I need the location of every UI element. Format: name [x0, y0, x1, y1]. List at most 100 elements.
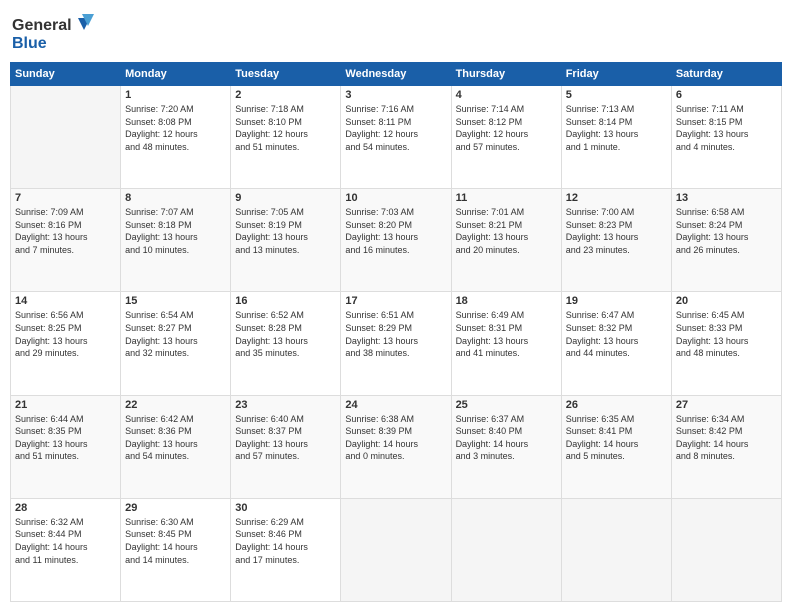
- calendar-cell: 24 Sunrise: 6:38 AM Sunset: 8:39 PM Dayli…: [341, 395, 451, 498]
- calendar-cell: 25Sunrise: 6:37 AM Sunset: 8:40 PM Dayli…: [451, 395, 561, 498]
- calendar-cell: [11, 86, 121, 189]
- calendar-cell: [451, 498, 561, 601]
- day-number: 1: [125, 89, 226, 101]
- day-number: 28: [15, 502, 116, 514]
- calendar-header-friday: Friday: [561, 63, 671, 86]
- day-info: Sunrise: 6:29 AM Sunset: 8:46 PM Dayligh…: [235, 516, 336, 566]
- day-number: 16: [235, 295, 336, 307]
- calendar-week-row: 7 Sunrise: 7:09 AM Sunset: 8:16 PM Daylig…: [11, 189, 782, 292]
- calendar-cell: 12Sunrise: 7:00 AM Sunset: 8:23 PM Dayli…: [561, 189, 671, 292]
- day-info: Sunrise: 7:07 AM Sunset: 8:18 PM Dayligh…: [125, 206, 226, 256]
- calendar-cell: 27Sunrise: 6:34 AM Sunset: 8:42 PM Dayli…: [671, 395, 781, 498]
- calendar-cell: 4 Sunrise: 7:14 AM Sunset: 8:12 PM Daylig…: [451, 86, 561, 189]
- calendar-cell: 17 Sunrise: 6:51 AM Sunset: 8:29 PM Dayli…: [341, 292, 451, 395]
- day-number: 23: [235, 399, 336, 411]
- day-info: Sunrise: 7:18 AM Sunset: 8:10 PM Dayligh…: [235, 103, 336, 153]
- day-info: Sunrise: 6:38 AM Sunset: 8:39 PM Dayligh…: [345, 413, 446, 463]
- calendar-header-saturday: Saturday: [671, 63, 781, 86]
- calendar-header-thursday: Thursday: [451, 63, 561, 86]
- svg-text:Blue: Blue: [12, 35, 47, 52]
- day-number: 20: [676, 295, 777, 307]
- day-number: 15: [125, 295, 226, 307]
- day-info: Sunrise: 6:56 AM Sunset: 8:25 PM Dayligh…: [15, 309, 116, 359]
- day-number: 3: [345, 89, 446, 101]
- day-info: Sunrise: 7:20 AM Sunset: 8:08 PM Dayligh…: [125, 103, 226, 153]
- day-number: 30: [235, 502, 336, 514]
- day-number: 5: [566, 89, 667, 101]
- calendar-cell: 18Sunrise: 6:49 AM Sunset: 8:31 PM Dayli…: [451, 292, 561, 395]
- day-number: 26: [566, 399, 667, 411]
- calendar-cell: 16 Sunrise: 6:52 AM Sunset: 8:28 PM Dayli…: [231, 292, 341, 395]
- calendar-cell: 10 Sunrise: 7:03 AM Sunset: 8:20 PM Dayli…: [341, 189, 451, 292]
- day-number: 19: [566, 295, 667, 307]
- calendar-header-sunday: Sunday: [11, 63, 121, 86]
- day-number: 6: [676, 89, 777, 101]
- day-number: 9: [235, 192, 336, 204]
- calendar-cell: 20 Sunrise: 6:45 AM Sunset: 8:33 PM Dayli…: [671, 292, 781, 395]
- calendar-cell: 30 Sunrise: 6:29 AM Sunset: 8:46 PM Dayli…: [231, 498, 341, 601]
- page: General Blue SundayMondayTuesdayWednesda…: [0, 0, 792, 612]
- day-info: Sunrise: 6:44 AM Sunset: 8:35 PM Dayligh…: [15, 413, 116, 463]
- calendar-cell: 19 Sunrise: 6:47 AM Sunset: 8:32 PM Dayli…: [561, 292, 671, 395]
- header: General Blue: [10, 10, 782, 54]
- day-info: Sunrise: 6:45 AM Sunset: 8:33 PM Dayligh…: [676, 309, 777, 359]
- day-number: 14: [15, 295, 116, 307]
- day-info: Sunrise: 6:47 AM Sunset: 8:32 PM Dayligh…: [566, 309, 667, 359]
- day-info: Sunrise: 7:05 AM Sunset: 8:19 PM Dayligh…: [235, 206, 336, 256]
- calendar-cell: 7 Sunrise: 7:09 AM Sunset: 8:16 PM Daylig…: [11, 189, 121, 292]
- calendar-cell: 15 Sunrise: 6:54 AM Sunset: 8:27 PM Dayli…: [121, 292, 231, 395]
- calendar-cell: 26 Sunrise: 6:35 AM Sunset: 8:41 PM Dayli…: [561, 395, 671, 498]
- day-info: Sunrise: 6:30 AM Sunset: 8:45 PM Dayligh…: [125, 516, 226, 566]
- day-info: Sunrise: 6:37 AM Sunset: 8:40 PM Dayligh…: [456, 413, 557, 463]
- calendar-week-row: 21Sunrise: 6:44 AM Sunset: 8:35 PM Dayli…: [11, 395, 782, 498]
- logo: General Blue: [10, 10, 100, 54]
- calendar-cell: 22 Sunrise: 6:42 AM Sunset: 8:36 PM Dayli…: [121, 395, 231, 498]
- day-info: Sunrise: 6:51 AM Sunset: 8:29 PM Dayligh…: [345, 309, 446, 359]
- calendar-header-wednesday: Wednesday: [341, 63, 451, 86]
- logo-icon: General Blue: [10, 10, 100, 54]
- day-number: 10: [345, 192, 446, 204]
- calendar-cell: 29Sunrise: 6:30 AM Sunset: 8:45 PM Dayli…: [121, 498, 231, 601]
- day-info: Sunrise: 6:58 AM Sunset: 8:24 PM Dayligh…: [676, 206, 777, 256]
- day-info: Sunrise: 7:11 AM Sunset: 8:15 PM Dayligh…: [676, 103, 777, 153]
- calendar-cell: 6 Sunrise: 7:11 AM Sunset: 8:15 PM Daylig…: [671, 86, 781, 189]
- day-info: Sunrise: 7:16 AM Sunset: 8:11 PM Dayligh…: [345, 103, 446, 153]
- svg-text:General: General: [12, 17, 72, 34]
- day-info: Sunrise: 6:32 AM Sunset: 8:44 PM Dayligh…: [15, 516, 116, 566]
- calendar-cell: 13 Sunrise: 6:58 AM Sunset: 8:24 PM Dayli…: [671, 189, 781, 292]
- day-number: 2: [235, 89, 336, 101]
- day-info: Sunrise: 7:01 AM Sunset: 8:21 PM Dayligh…: [456, 206, 557, 256]
- calendar-cell: 1 Sunrise: 7:20 AM Sunset: 8:08 PM Daylig…: [121, 86, 231, 189]
- calendar-week-row: 14 Sunrise: 6:56 AM Sunset: 8:25 PM Dayli…: [11, 292, 782, 395]
- calendar-week-row: 1 Sunrise: 7:20 AM Sunset: 8:08 PM Daylig…: [11, 86, 782, 189]
- calendar-cell: 21Sunrise: 6:44 AM Sunset: 8:35 PM Dayli…: [11, 395, 121, 498]
- day-info: Sunrise: 7:09 AM Sunset: 8:16 PM Dayligh…: [15, 206, 116, 256]
- calendar-cell: 9 Sunrise: 7:05 AM Sunset: 8:19 PM Daylig…: [231, 189, 341, 292]
- calendar-cell: [561, 498, 671, 601]
- calendar-cell: 8 Sunrise: 7:07 AM Sunset: 8:18 PM Daylig…: [121, 189, 231, 292]
- day-number: 24: [345, 399, 446, 411]
- day-info: Sunrise: 6:52 AM Sunset: 8:28 PM Dayligh…: [235, 309, 336, 359]
- calendar-cell: 11Sunrise: 7:01 AM Sunset: 8:21 PM Dayli…: [451, 189, 561, 292]
- day-number: 17: [345, 295, 446, 307]
- day-number: 4: [456, 89, 557, 101]
- calendar-cell: 23 Sunrise: 6:40 AM Sunset: 8:37 PM Dayli…: [231, 395, 341, 498]
- calendar-week-row: 28 Sunrise: 6:32 AM Sunset: 8:44 PM Dayli…: [11, 498, 782, 601]
- day-info: Sunrise: 7:14 AM Sunset: 8:12 PM Dayligh…: [456, 103, 557, 153]
- day-number: 18: [456, 295, 557, 307]
- calendar-cell: [671, 498, 781, 601]
- day-number: 27: [676, 399, 777, 411]
- day-info: Sunrise: 7:13 AM Sunset: 8:14 PM Dayligh…: [566, 103, 667, 153]
- day-info: Sunrise: 6:42 AM Sunset: 8:36 PM Dayligh…: [125, 413, 226, 463]
- day-number: 8: [125, 192, 226, 204]
- day-info: Sunrise: 6:40 AM Sunset: 8:37 PM Dayligh…: [235, 413, 336, 463]
- day-number: 22: [125, 399, 226, 411]
- calendar-header-monday: Monday: [121, 63, 231, 86]
- day-info: Sunrise: 6:35 AM Sunset: 8:41 PM Dayligh…: [566, 413, 667, 463]
- day-info: Sunrise: 6:54 AM Sunset: 8:27 PM Dayligh…: [125, 309, 226, 359]
- day-number: 7: [15, 192, 116, 204]
- calendar-header-row: SundayMondayTuesdayWednesdayThursdayFrid…: [11, 63, 782, 86]
- calendar-cell: 3 Sunrise: 7:16 AM Sunset: 8:11 PM Daylig…: [341, 86, 451, 189]
- day-number: 13: [676, 192, 777, 204]
- day-info: Sunrise: 7:03 AM Sunset: 8:20 PM Dayligh…: [345, 206, 446, 256]
